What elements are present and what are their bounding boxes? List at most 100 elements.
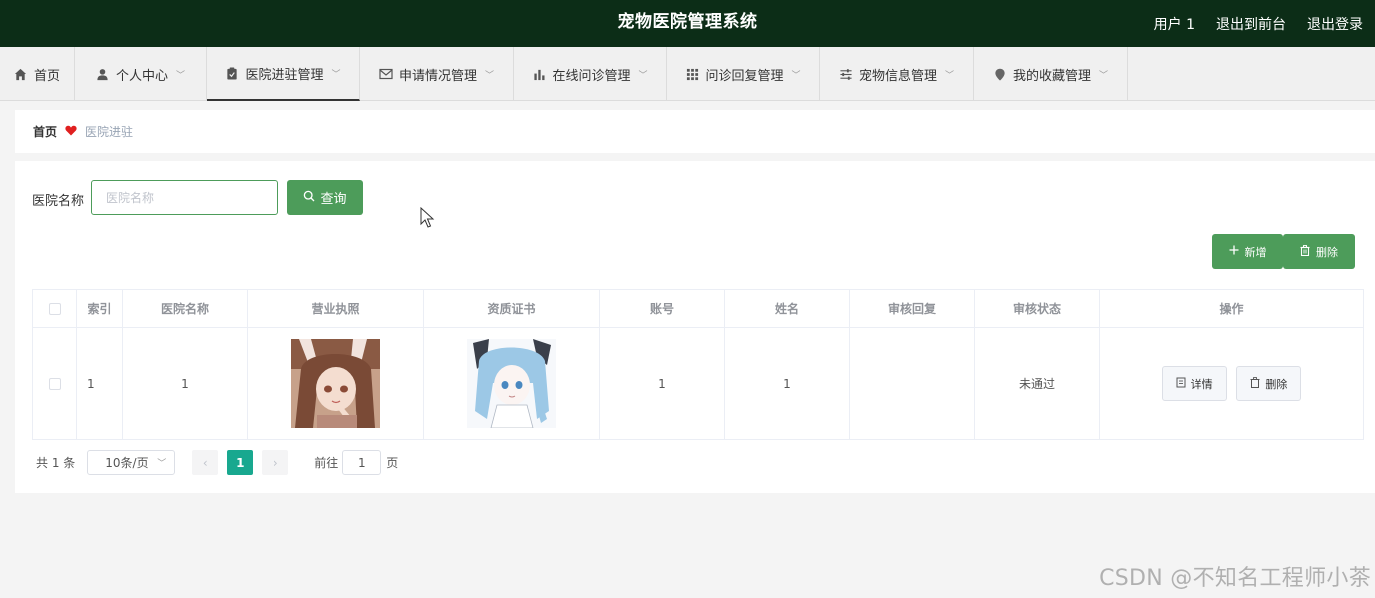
bar-chart-icon <box>532 67 546 81</box>
qualification-cert-image[interactable] <box>467 339 556 428</box>
cell-review-status: 未通过 <box>974 327 1100 440</box>
cell-qualification-cert <box>423 327 600 440</box>
row-select-cell <box>32 327 77 440</box>
chevron-right-icon: › <box>272 455 278 470</box>
nav-application-status-label: 申请情况管理 <box>398 68 477 84</box>
goto-label: 前往 <box>314 456 339 470</box>
breadcrumb: 首页 医院进驻 <box>15 110 1375 153</box>
chevron-down-icon: ﹀ <box>945 70 955 81</box>
location-icon <box>993 67 1007 81</box>
sliders-icon <box>839 67 853 81</box>
plus-icon <box>1229 245 1239 258</box>
nav-home[interactable]: 首页 <box>0 47 75 101</box>
chevron-down-icon: ﹀ <box>638 70 648 81</box>
nav-consult-reply-label: 问诊回复管理 <box>705 68 784 84</box>
goto-page-input[interactable] <box>342 450 382 475</box>
nav-consult-reply[interactable]: 问诊回复管理 ﹀ <box>667 47 820 101</box>
page-size-value: 10条/页 <box>105 456 149 470</box>
pagination: 共 1 条 10条/页 ﹀ ‹ 1 › 前往 页 <box>36 450 398 475</box>
detail-button[interactable]: 详情 <box>1161 366 1227 401</box>
col-header: 审核回复 <box>849 289 975 328</box>
select-all-cell <box>32 289 77 328</box>
breadcrumb-home[interactable]: 首页 <box>33 123 57 140</box>
breadcrumb-current: 医院进驻 <box>85 125 134 139</box>
cell-name: 1 <box>724 327 850 440</box>
cell-actions: 详情 删除 <box>1099 327 1364 440</box>
header-links: 用户 1 退出到前台 退出登录 <box>1154 0 1363 47</box>
main-nav: 首页 个人中心 ﹀ 医院进驻管理 ﹀ 申请情况管理 ﹀ 在线问诊管理 ﹀ 问诊回… <box>0 47 1375 101</box>
chevron-down-icon: ﹀ <box>157 459 167 469</box>
mail-icon <box>379 67 393 81</box>
chevron-down-icon: ﹀ <box>1099 70 1109 81</box>
row-delete-button-label: 删除 <box>1265 377 1288 391</box>
chevron-down-icon: ﹀ <box>331 69 341 80</box>
chevron-down-icon: ﹀ <box>485 70 495 81</box>
trash-icon <box>1250 376 1260 391</box>
watermark: CSDN @不知名工程师小茶 <box>1099 566 1371 591</box>
user-link[interactable]: 用户 1 <box>1154 14 1195 34</box>
nav-personal-center[interactable]: 个人中心 ﹀ <box>75 47 207 101</box>
search-label: 医院名称 <box>32 194 85 209</box>
content-panel: 医院名称 查询 新增 删除 索引 医院名称 营业执照 资质证书 账 <box>15 161 1375 493</box>
nav-online-consult-label: 在线问诊管理 <box>552 68 631 84</box>
document-icon <box>1176 377 1186 391</box>
page-unit-label: 页 <box>386 456 399 470</box>
col-header: 审核状态 <box>974 289 1100 328</box>
nav-home-label: 首页 <box>33 68 60 84</box>
business-license-image[interactable] <box>291 339 380 428</box>
prev-page-button[interactable]: ‹ <box>192 450 219 475</box>
col-header: 医院名称 <box>122 289 248 328</box>
col-header: 营业执照 <box>247 289 424 328</box>
cell-index: 1 <box>76 327 123 440</box>
nav-application-status[interactable]: 申请情况管理 ﹀ <box>360 47 514 101</box>
nav-my-favorites[interactable]: 我的收藏管理 ﹀ <box>974 47 1128 101</box>
nav-hospital-settle[interactable]: 医院进驻管理 ﹀ <box>207 47 360 101</box>
user-icon <box>96 67 110 81</box>
top-header: 宠物医院管理系统 用户 1 退出到前台 退出登录 <box>0 0 1375 47</box>
trash-icon <box>1300 244 1310 259</box>
select-all-checkbox[interactable] <box>48 303 61 315</box>
clipboard-icon <box>225 66 239 80</box>
mouse-cursor-icon <box>420 207 435 228</box>
batch-delete-button[interactable]: 删除 <box>1283 234 1355 269</box>
add-button-label: 新增 <box>1244 245 1267 259</box>
grid-icon <box>685 67 699 81</box>
search-icon <box>303 190 315 206</box>
row-delete-button[interactable]: 删除 <box>1236 366 1302 401</box>
add-button[interactable]: 新增 <box>1212 234 1283 269</box>
heart-icon <box>65 125 77 139</box>
home-icon <box>14 67 28 81</box>
nav-hospital-settle-label: 医院进驻管理 <box>245 67 324 83</box>
exit-to-front-link[interactable]: 退出到前台 <box>1216 14 1286 34</box>
chevron-down-icon: ﹀ <box>176 70 186 81</box>
batch-delete-button-label: 删除 <box>1316 245 1338 259</box>
hospital-table: 索引 医院名称 营业执照 资质证书 账号 姓名 审核回复 审核状态 操作 1 1 <box>32 289 1364 440</box>
nav-online-consult[interactable]: 在线问诊管理 ﹀ <box>514 47 667 101</box>
cell-business-license <box>247 327 424 440</box>
hospital-name-input[interactable] <box>91 180 278 215</box>
query-button-label: 查询 <box>320 192 347 207</box>
next-page-button[interactable]: › <box>262 450 289 475</box>
col-header: 操作 <box>1099 289 1364 328</box>
nav-pet-info-label: 宠物信息管理 <box>858 68 937 84</box>
logout-link[interactable]: 退出登录 <box>1307 14 1363 34</box>
cell-hospital-name: 1 <box>122 327 248 440</box>
detail-button-label: 详情 <box>1190 377 1213 391</box>
query-button[interactable]: 查询 <box>287 180 363 215</box>
col-header: 账号 <box>599 289 725 328</box>
col-header: 姓名 <box>724 289 850 328</box>
table-header-row: 索引 医院名称 营业执照 资质证书 账号 姓名 审核回复 审核状态 操作 <box>32 289 1364 328</box>
nav-pet-info[interactable]: 宠物信息管理 ﹀ <box>820 47 974 101</box>
nav-my-favorites-label: 我的收藏管理 <box>1012 68 1091 84</box>
page-size-select[interactable]: 10条/页 ﹀ <box>87 450 176 475</box>
table-row: 1 1 1 1 未通过 详情 删除 <box>32 327 1364 440</box>
page-number-current[interactable]: 1 <box>227 450 254 475</box>
col-header: 索引 <box>76 289 123 328</box>
col-header: 资质证书 <box>423 289 600 328</box>
pagination-total: 共 1 条 <box>36 456 76 470</box>
row-checkbox[interactable] <box>48 378 61 390</box>
chevron-left-icon: ‹ <box>202 455 208 470</box>
nav-personal-center-label: 个人中心 <box>115 68 168 84</box>
cell-review-reply <box>849 327 975 440</box>
chevron-down-icon: ﹀ <box>791 70 801 81</box>
